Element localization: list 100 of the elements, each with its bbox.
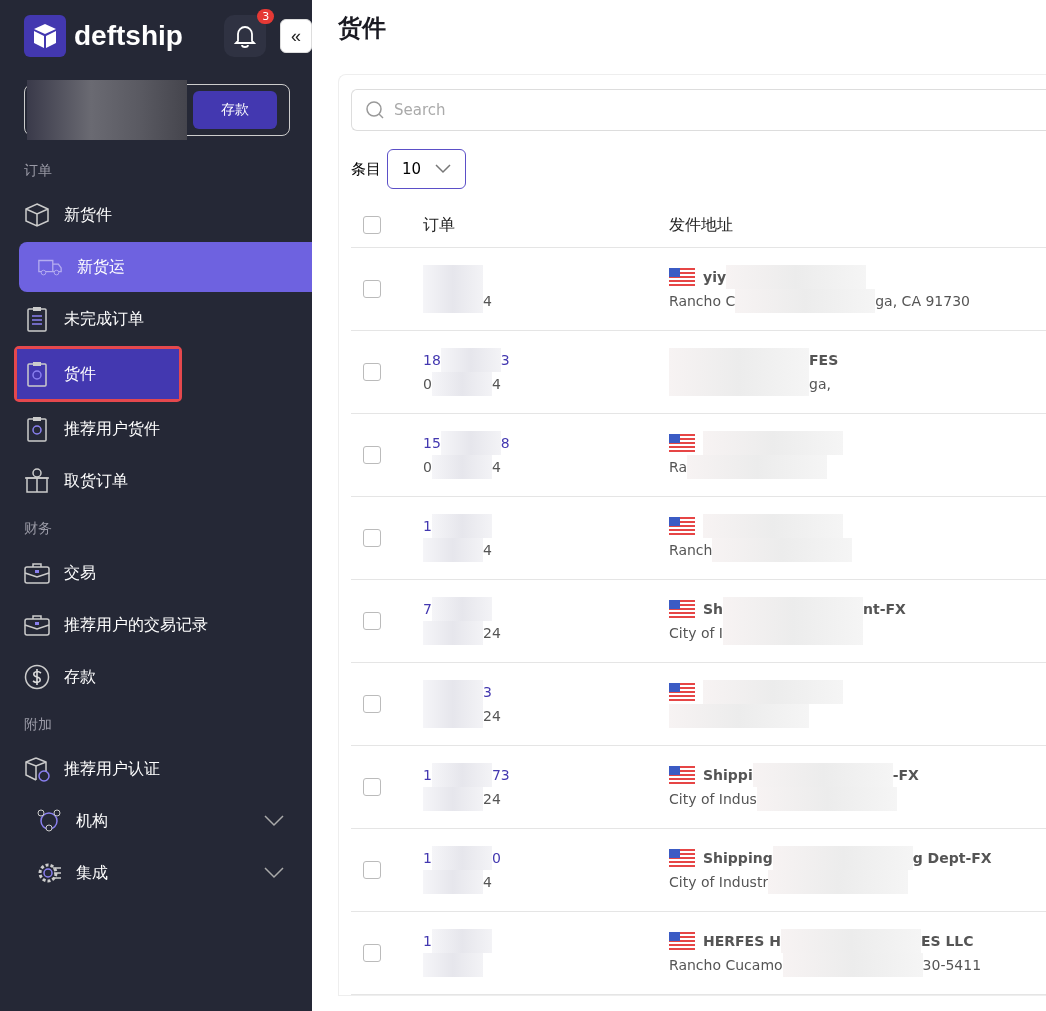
box-icon (24, 202, 50, 228)
sender-address: Rancho C (669, 293, 736, 309)
sender-address: City of Industr (669, 874, 769, 890)
bell-icon (233, 23, 258, 49)
collapse-button[interactable]: « (280, 19, 312, 53)
clipboard-list-icon (24, 306, 50, 332)
column-header: 订单 (423, 214, 456, 236)
order-date: 0 (423, 459, 432, 475)
order-number[interactable]: 15 (423, 435, 441, 451)
sidebar-item[interactable]: 推荐用户货件 (4, 404, 312, 454)
redacted-area (423, 680, 483, 704)
sender-name: Shipping (703, 850, 773, 866)
sender-address: Ra (669, 459, 687, 475)
sender-name: yiy (703, 269, 727, 285)
order-number[interactable]: 18 (423, 352, 441, 368)
sidebar-item[interactable]: 新货件 (4, 190, 312, 240)
sidebar-item[interactable]: 未完成订单 (4, 294, 312, 344)
sender-name: HERFES H (703, 933, 781, 949)
sidebar-item[interactable]: 货件 (17, 349, 179, 399)
sidebar-item[interactable]: 取货订单 (4, 456, 312, 506)
row-checkbox[interactable] (363, 280, 381, 298)
sidebar-item[interactable]: 存款 (4, 652, 312, 702)
sidebar-item[interactable]: 推荐用户的交易记录 (4, 600, 312, 650)
order-number[interactable]: 8 (500, 435, 510, 451)
redacted-area (423, 538, 483, 562)
order-date: 4 (491, 376, 501, 392)
row-checkbox[interactable] (363, 778, 381, 796)
section-heading: 财务 (23, 519, 53, 538)
gift-box-icon (24, 468, 50, 494)
briefcase-icon (24, 560, 50, 586)
order-number[interactable]: 1 (423, 767, 432, 783)
sidebar-item[interactable]: 交易 (4, 548, 312, 598)
sender-name: -FX (892, 767, 919, 783)
sender-address: Ranch (669, 542, 713, 558)
sender-address: City of Indus (669, 791, 757, 807)
search-icon (365, 100, 385, 120)
redacted-area (431, 763, 492, 787)
sender-name: ES LLC (920, 933, 974, 949)
order-date: 4 (491, 459, 501, 475)
order-date: 4 (483, 542, 492, 558)
order-number[interactable]: 3 (483, 684, 492, 700)
page-size-select[interactable]: 10 (387, 149, 467, 189)
sender-address: 30-5411 (922, 957, 982, 973)
order-number[interactable]: 7 (423, 601, 432, 617)
select-all-checkbox[interactable] (363, 216, 381, 234)
row-checkbox[interactable] (363, 446, 381, 464)
order-date: 4 (483, 293, 492, 309)
dollar-coin-icon (24, 664, 50, 690)
sender-name: FES (809, 352, 839, 368)
redacted-area (423, 289, 483, 313)
redacted-area (431, 597, 492, 621)
order-date: 0 (423, 376, 432, 392)
sender-name: Shippi (703, 767, 753, 783)
sender-name: g Dept-FX (912, 850, 992, 866)
order-date: 24 (483, 625, 501, 641)
brand-name: deftship (74, 20, 183, 52)
redacted-area (440, 348, 501, 372)
chevron-down-icon (264, 867, 284, 879)
section-heading: 订单 (23, 161, 53, 180)
sidebar-item[interactable]: 机构 (4, 796, 312, 846)
sidebar-item[interactable]: 新货运 (19, 242, 312, 292)
sidebar-item[interactable]: 推荐用户认证 (4, 744, 312, 794)
sidebar-item[interactable]: 集成 (4, 848, 312, 898)
people-icon (36, 808, 62, 834)
order-number[interactable]: 1 (423, 850, 432, 866)
column-header: 发件地址 (669, 214, 733, 236)
order-date: 24 (483, 708, 501, 724)
row-checkbox[interactable] (363, 612, 381, 630)
logo-icon (24, 15, 66, 57)
order-number[interactable]: 1 (423, 518, 432, 534)
row-checkbox[interactable] (363, 695, 381, 713)
page-title: 货件 (338, 13, 387, 44)
order-number[interactable]: 1 (423, 933, 432, 949)
notification-badge: 3 (257, 9, 275, 24)
redacted-area (423, 265, 483, 289)
order-number[interactable]: 73 (491, 767, 510, 783)
redacted-area (423, 787, 483, 811)
order-number[interactable]: 3 (500, 352, 510, 368)
redacted-area (423, 953, 483, 977)
page-size-label: 条目 (351, 159, 381, 179)
clipboard-check-icon (24, 361, 50, 387)
box-check-icon (24, 756, 50, 782)
sender-address: ga, (809, 376, 831, 392)
row-checkbox[interactable] (363, 529, 381, 547)
sender-name: nt-FX (863, 601, 906, 617)
redacted-area (431, 846, 492, 870)
chevron-down-icon (264, 815, 284, 827)
row-checkbox[interactable] (363, 944, 381, 962)
clipboard-check-icon (24, 416, 50, 442)
order-date: 4 (483, 874, 492, 890)
deposit-button[interactable]: 存款 (193, 91, 277, 129)
row-checkbox[interactable] (363, 861, 381, 879)
redacted-area (423, 621, 483, 645)
redacted-area (423, 704, 483, 728)
search-field[interactable]: Search (351, 89, 1046, 131)
order-number[interactable]: 0 (491, 850, 501, 866)
redacted-area (440, 431, 501, 455)
row-checkbox[interactable] (363, 363, 381, 381)
section-heading: 附加 (23, 715, 53, 734)
sender-address: Rancho Cucamo (669, 957, 783, 973)
